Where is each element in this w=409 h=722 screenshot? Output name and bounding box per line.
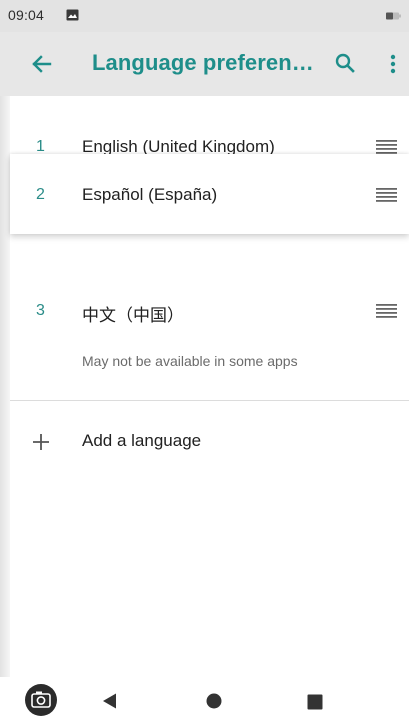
language-index: 2 <box>36 186 45 203</box>
availability-note: May not be available in some apps <box>82 353 298 369</box>
page-title: Language preferen… <box>92 50 314 75</box>
language-item-2[interactable]: 2 Español (España) <box>10 180 409 208</box>
list-divider <box>10 400 409 401</box>
language-name: 中文（中国） <box>82 306 184 325</box>
language-preferences-screen: 09:04 Language preferen… 1 English (Unit… <box>0 0 409 722</box>
add-language-button[interactable]: Add a language <box>0 420 409 466</box>
battery-icon <box>386 12 401 20</box>
drag-handle-icon[interactable] <box>376 140 397 154</box>
more-vert-icon[interactable] <box>383 52 403 76</box>
language-index: 3 <box>36 302 45 319</box>
status-bar: 09:04 <box>0 0 409 32</box>
language-item-3[interactable]: 3 中文（中国） May not be available in some ap… <box>0 290 409 380</box>
back-arrow-icon[interactable] <box>22 52 62 76</box>
language-index: 1 <box>36 138 45 154</box>
image-notification-icon <box>66 9 79 21</box>
status-time: 09:04 <box>8 7 45 23</box>
language-name: English (United Kingdom) <box>82 137 275 154</box>
camera-icon[interactable] <box>24 683 58 717</box>
add-language-label: Add a language <box>82 431 202 450</box>
search-icon[interactable] <box>334 52 356 74</box>
app-bar: Language preferen… <box>0 32 409 96</box>
drag-handle-icon[interactable] <box>376 188 397 202</box>
drawer-edge-shadow <box>0 96 10 677</box>
language-item-1[interactable]: 1 English (United Kingdom) <box>0 128 409 154</box>
navigation-bar <box>0 677 409 722</box>
dragged-language-card[interactable]: 2 Español (España) <box>10 154 409 234</box>
drag-handle-icon[interactable] <box>376 304 397 318</box>
nav-back-icon[interactable] <box>100 692 118 710</box>
language-name: Español (España) <box>82 185 218 204</box>
nav-recents-icon[interactable] <box>307 694 323 710</box>
nav-home-icon[interactable] <box>206 693 222 709</box>
plus-icon <box>33 434 49 450</box>
